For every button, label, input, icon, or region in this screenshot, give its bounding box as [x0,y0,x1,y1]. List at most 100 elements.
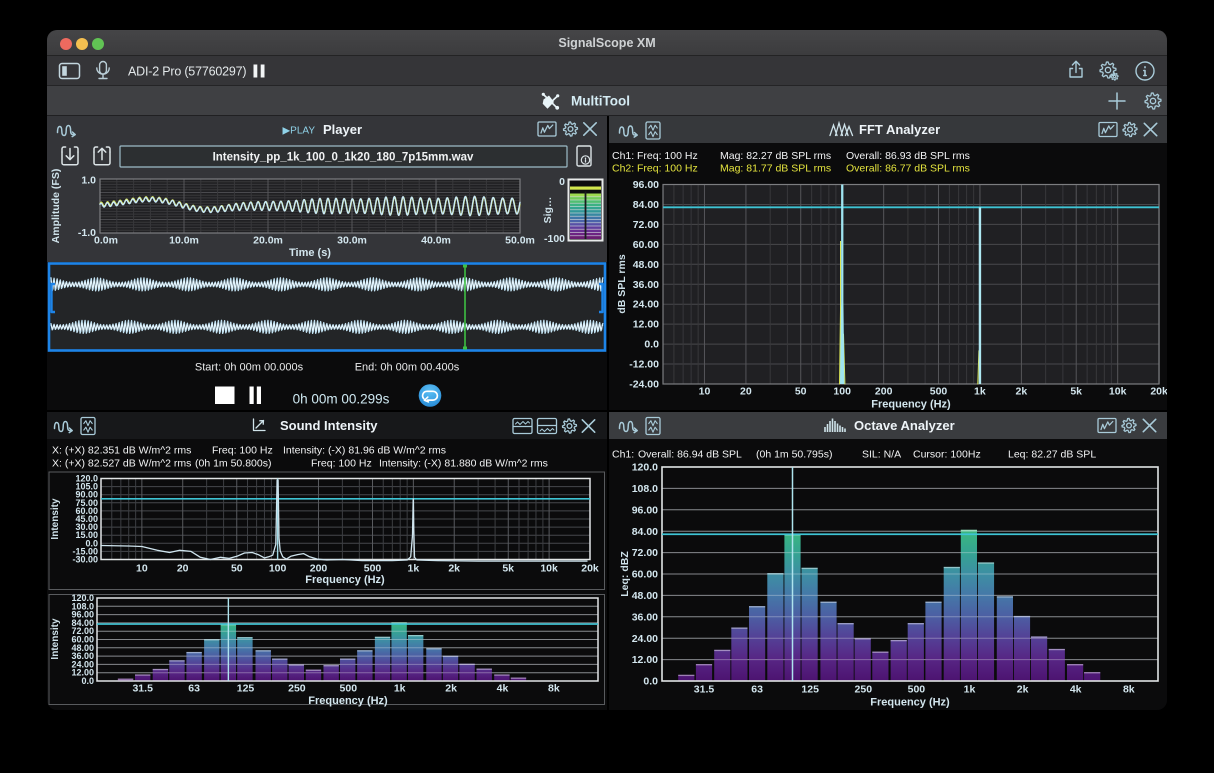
svg-text:31.5: 31.5 [132,683,153,695]
svg-text:(0h 1m 50.795s): (0h 1m 50.795s) [756,449,832,461]
svg-text:X: (+X) 82.351 dB W/m^2 rms: X: (+X) 82.351 dB W/m^2 rms [52,445,191,457]
svg-text:125: 125 [801,684,819,696]
svg-text:5k: 5k [1070,386,1082,398]
svg-text:10k: 10k [540,563,558,575]
svg-text:12.00: 12.00 [633,319,659,331]
svg-text:Player: Player [323,122,362,137]
svg-text:250: 250 [288,683,306,695]
svg-text:96.00: 96.00 [632,504,658,516]
svg-text:108.0: 108.0 [632,483,658,495]
svg-text:X: (+X) 82.527 dB W/m^2 rms: X: (+X) 82.527 dB W/m^2 rms [52,458,191,470]
svg-text:Start: 0h 00m 00.000s: Start: 0h 00m 00.000s [195,362,304,374]
svg-text:20k: 20k [581,563,599,575]
svg-text:2k: 2k [448,563,460,575]
svg-text:50: 50 [795,386,807,398]
svg-text:40.0m: 40.0m [421,235,451,247]
svg-text:12.00: 12.00 [632,654,658,666]
svg-text:Cursor: 100Hz: Cursor: 100Hz [913,449,981,461]
svg-text:10: 10 [136,563,148,575]
svg-text:Ch1:: Ch1: [612,449,634,461]
svg-text:Frequency (Hz): Frequency (Hz) [871,399,951,411]
svg-text:250: 250 [855,684,873,696]
svg-text:SIL: N/A: SIL: N/A [862,449,901,461]
svg-text:Mag: 81.77 dB SPL rms: Mag: 81.77 dB SPL rms [720,163,831,175]
svg-text:End: 0h 00m 00.400s: End: 0h 00m 00.400s [355,362,460,374]
svg-text:20k: 20k [1150,386,1167,398]
svg-text:60.00: 60.00 [632,569,658,581]
svg-text:200: 200 [310,563,328,575]
svg-text:500: 500 [364,563,382,575]
svg-text:500: 500 [930,386,948,398]
svg-text:24.00: 24.00 [632,633,658,645]
svg-text:20.0m: 20.0m [253,235,283,247]
svg-text:dB SPL rms: dB SPL rms [616,254,628,313]
svg-text:Overall: 86.77 dB SPL rms: Overall: 86.77 dB SPL rms [846,163,970,175]
svg-text:Freq: 100 Hz: Freq: 100 Hz [637,150,698,162]
svg-text:48.00: 48.00 [632,590,658,602]
svg-text:0h 00m 00.299s: 0h 00m 00.299s [293,392,390,407]
svg-text:0.0: 0.0 [643,676,658,688]
svg-text:-100: -100 [544,233,565,245]
svg-text:Octave Analyzer: Octave Analyzer [854,418,955,433]
svg-text:1k: 1k [394,683,406,695]
svg-text:60.00: 60.00 [633,239,659,251]
svg-text:Freq: 100 Hz: Freq: 100 Hz [311,458,372,470]
svg-text:1.0: 1.0 [81,175,96,187]
svg-text:500: 500 [908,684,926,696]
svg-text:0.0: 0.0 [81,676,94,686]
svg-text:10.0m: 10.0m [169,235,199,247]
svg-text:500: 500 [340,683,358,695]
svg-text:24.00: 24.00 [633,299,659,311]
svg-text:Mag: 82.27 dB SPL rms: Mag: 82.27 dB SPL rms [720,150,831,162]
svg-text:96.00: 96.00 [633,179,659,191]
svg-text:20: 20 [177,563,189,575]
svg-text:63: 63 [751,684,763,696]
svg-text:FFT Analyzer: FFT Analyzer [859,122,940,137]
svg-text:Overall: 86.94 dB SPL: Overall: 86.94 dB SPL [638,449,742,461]
svg-text:Ch1:: Ch1: [612,150,634,162]
svg-text:36.00: 36.00 [632,611,658,623]
svg-text:2k: 2k [445,683,457,695]
svg-text:0: 0 [559,176,565,188]
svg-text:2k: 2k [1016,386,1028,398]
svg-text:125: 125 [237,683,255,695]
svg-text:Freq: 100 Hz: Freq: 100 Hz [637,163,698,175]
svg-text:48.00: 48.00 [633,259,659,271]
svg-text:36.00: 36.00 [633,279,659,291]
svg-text:200: 200 [875,386,893,398]
svg-text:72.00: 72.00 [632,547,658,559]
svg-text:50: 50 [231,563,243,575]
svg-text:1k: 1k [964,684,976,696]
svg-text:(0h 1m 50.800s): (0h 1m 50.800s) [195,458,271,470]
svg-text:8k: 8k [548,683,560,695]
svg-text:Intensity: (-X) 81.880 dB W/m^: Intensity: (-X) 81.880 dB W/m^2 rms [379,458,548,470]
svg-text:0.0m: 0.0m [94,235,118,247]
svg-text:ADI-2 Pro (57760297): ADI-2 Pro (57760297) [128,65,246,79]
svg-text:Frequency (Hz): Frequency (Hz) [308,695,388,707]
svg-text:10: 10 [699,386,711,398]
svg-text:Overall: 86.93 dB SPL rms: Overall: 86.93 dB SPL rms [846,150,970,162]
svg-text:MultiTool: MultiTool [571,94,630,109]
svg-text:2k: 2k [1017,684,1029,696]
svg-text:4k: 4k [497,683,509,695]
svg-text:50.0m: 50.0m [505,235,535,247]
svg-text:4k: 4k [1070,684,1082,696]
svg-text:Intensity: Intensity [50,618,61,660]
svg-text:Leq: dBZ: Leq: dBZ [619,551,631,597]
svg-text:Frequency (Hz): Frequency (Hz) [305,574,385,586]
svg-text:Intensity_pp_1k_100_0_1k20_180: Intensity_pp_1k_100_0_1k20_180_7p15mm.wa… [213,152,474,164]
svg-text:-12.00: -12.00 [629,359,659,371]
svg-text:▶PLAY: ▶PLAY [282,125,315,136]
svg-text:1k: 1k [974,386,986,398]
svg-text:10k: 10k [1109,386,1127,398]
svg-text:20: 20 [740,386,752,398]
svg-text:84.00: 84.00 [633,199,659,211]
svg-text:0.0: 0.0 [644,339,659,351]
svg-text:Intensity: Intensity [50,498,61,540]
svg-text:30.0m: 30.0m [337,235,367,247]
svg-text:31.5: 31.5 [694,684,715,696]
svg-text:Leq: 82.27 dB SPL: Leq: 82.27 dB SPL [1008,449,1096,461]
svg-text:Ch2:: Ch2: [612,163,634,175]
svg-text:Time (s): Time (s) [289,247,331,259]
svg-text:Sig…: Sig… [542,197,554,224]
